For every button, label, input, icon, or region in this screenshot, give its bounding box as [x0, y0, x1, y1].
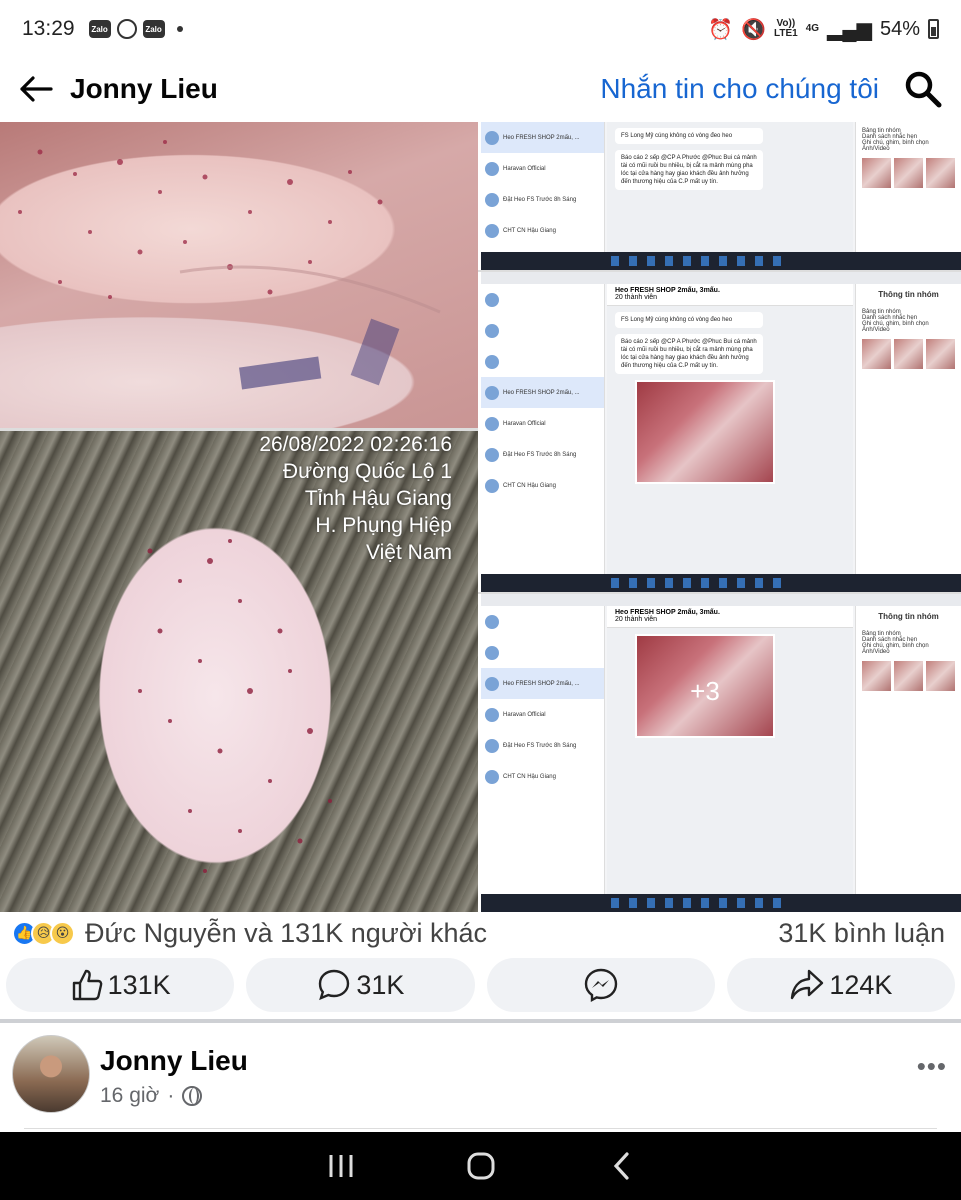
page-header: Jonny Lieu Nhắn tin cho chúng tôi — [0, 58, 961, 120]
share-button[interactable]: 124K — [726, 958, 955, 1012]
share-icon — [791, 969, 824, 1000]
comments-count[interactable]: 31K bình luận — [778, 918, 945, 949]
recent-apps-icon[interactable] — [321, 1146, 361, 1186]
battery-level: 54% — [879, 17, 920, 40]
message-bubble: FS Long Mỹ cúng không có vòng đeo heo — [615, 312, 763, 328]
app-notification-icon — [116, 19, 137, 39]
conversation-pane: FS Long Mỹ cúng không có vòng đeo heo Bá… — [607, 122, 853, 252]
chat-item: Đặt Heo FS Trước 8h Sáng — [481, 439, 604, 470]
zalo-screenshot-3[interactable]: Heo FRESH SHOP 2mấu, ... Haravan Officia… — [478, 594, 961, 912]
like-icon — [72, 969, 102, 1001]
meta-separator: · — [167, 1084, 175, 1107]
group-info-panel: Thông tin nhóm Bảng tin nhóm Danh sách n… — [855, 606, 961, 894]
photo-watermark: 26/08/2022 02:26:16 Đường Quốc Lộ 1 Tỉnh… — [259, 433, 452, 564]
alarm-icon: ⏰ — [708, 18, 734, 41]
chat-item — [481, 606, 604, 637]
network-type: 4G — [805, 23, 820, 34]
message-bubble: Báo cáo 2 sếp @CP A Phước @Phuc Bui cá m… — [615, 334, 763, 374]
group-title: Heo FRESH SHOP 2mấu, 3mấu. 20 thành viên — [607, 284, 853, 306]
chat-item: Đặt Heo FS Trước 8h Sáng — [481, 730, 604, 761]
pig-photo-closeup[interactable] — [0, 122, 478, 428]
share-count: 124K — [829, 969, 893, 1000]
conversation-pane: Heo FRESH SHOP 2mấu, 3mấu. 20 thành viên … — [607, 606, 853, 894]
group-info-panel: Bảng tin nhóm Danh sách nhắc hẹn Ghi chú… — [855, 122, 961, 252]
comment-button[interactable]: 31K — [246, 958, 475, 1012]
chat-item — [481, 637, 604, 668]
post-author[interactable]: Jonny Lieu — [100, 1045, 248, 1077]
reactors-text[interactable]: Đức Nguyễn và 131K người khác — [85, 918, 487, 949]
chat-item: Haravan Official — [481, 699, 604, 730]
more-options-icon[interactable]: ••• — [917, 1051, 947, 1082]
comment-icon — [319, 969, 350, 1001]
chat-item — [481, 284, 604, 315]
reactions-summary[interactable]: 👍 😥 😮 Đức Nguyễn và 131K người khác 31K … — [0, 912, 961, 954]
battery-icon — [928, 19, 939, 39]
post-actions: 131K 31K 124K — [0, 958, 961, 1012]
window-titlebar — [481, 272, 961, 284]
zalo-screenshot-1[interactable]: Heo FRESH SHOP 2mấu, ... Haravan Officia… — [478, 122, 961, 270]
chat-item: Đặt Heo FS Trước 8h Sáng — [481, 184, 604, 215]
chat-item: Heo FRESH SHOP 2mấu, ... — [481, 122, 604, 153]
chat-item: CHT CN Hậu Giang — [481, 470, 604, 501]
chat-item: CHT CN Hậu Giang — [481, 761, 604, 792]
next-post-header: Jonny Lieu 16 giờ · ••• — [0, 1023, 961, 1133]
chat-item: CHT CN Hậu Giang — [481, 215, 604, 246]
message-bubble: FS Long Mỹ cúng không có vòng đeo heo — [615, 128, 763, 144]
send-button[interactable] — [486, 958, 715, 1012]
taskbar — [481, 894, 961, 912]
chat-list: Heo FRESH SHOP 2mấu, ... Haravan Officia… — [481, 122, 605, 252]
home-icon[interactable] — [461, 1146, 501, 1186]
taskbar — [481, 252, 961, 270]
post-time[interactable]: 16 giờ — [100, 1084, 159, 1108]
meat-photo — [635, 380, 775, 484]
like-button[interactable]: 131K — [6, 958, 235, 1012]
volte-indicator: Vo)) LTE1 — [773, 18, 798, 39]
window-titlebar — [481, 594, 961, 606]
conversation-pane: Heo FRESH SHOP 2mấu, 3mấu. 20 thành viên … — [607, 284, 853, 574]
zalo-notification-icon: Zalo — [88, 20, 111, 38]
chat-item: Heo FRESH SHOP 2mấu, ... — [481, 377, 604, 408]
chat-list: Heo FRESH SHOP 2mấu, ... Haravan Officia… — [481, 606, 605, 894]
more-photos-count[interactable]: +3 — [637, 676, 773, 707]
status-bar: 13:29 Zalo Zalo ⏰ 🔇 Vo)) LTE1 4G ▂▄▆ 54% — [0, 0, 961, 58]
back-arrow-icon[interactable] — [18, 71, 54, 107]
status-time: 13:29 — [22, 17, 75, 40]
chat-item: Haravan Official — [481, 153, 604, 184]
comment-count: 31K — [356, 969, 405, 1000]
public-globe-icon — [182, 1086, 203, 1106]
chat-list: Heo FRESH SHOP 2mấu, ... Haravan Officia… — [481, 284, 605, 574]
like-count: 131K — [107, 969, 171, 1000]
mute-icon: 🔇 — [741, 18, 766, 41]
search-icon[interactable] — [903, 69, 943, 109]
chat-item — [481, 315, 604, 346]
zalo-screenshot-2[interactable]: Heo FRESH SHOP 2mấu, ... Haravan Officia… — [478, 272, 961, 592]
signal-icon: ▂▄▆ — [827, 18, 872, 41]
chat-item: Haravan Official — [481, 408, 604, 439]
page-title[interactable]: Jonny Lieu — [70, 73, 218, 105]
chat-item: Heo FRESH SHOP 2mấu, ... — [481, 668, 604, 699]
speckle-overlay — [18, 140, 441, 390]
message-bubble: Báo cáo 2 sếp @CP A Phước @Phuc Bui cá m… — [615, 150, 763, 190]
back-nav-icon[interactable] — [601, 1146, 641, 1186]
system-nav-bar — [0, 1132, 961, 1200]
meat-photo: +3 — [635, 634, 775, 738]
zalo-notification-icon-2: Zalo — [142, 20, 165, 38]
taskbar — [481, 574, 961, 592]
messenger-icon — [584, 968, 617, 1003]
avatar[interactable] — [12, 1035, 90, 1113]
group-title: Heo FRESH SHOP 2mấu, 3mấu. 20 thành viên — [607, 606, 853, 628]
wow-reaction-icon: 😮 — [50, 920, 75, 946]
post-meta: 16 giờ · — [100, 1084, 203, 1108]
post-photo-grid: 26/08/2022 02:26:16 Đường Quốc Lộ 1 Tỉnh… — [0, 122, 961, 912]
more-notifications-dot-icon — [176, 26, 183, 32]
group-info-panel: Thông tin nhóm Bảng tin nhóm Danh sách n… — [855, 284, 961, 574]
pig-photo-full-body[interactable]: 26/08/2022 02:26:16 Đường Quốc Lộ 1 Tỉnh… — [0, 431, 478, 912]
message-us-link[interactable]: Nhắn tin cho chúng tôi — [600, 73, 879, 105]
chat-item — [481, 346, 604, 377]
